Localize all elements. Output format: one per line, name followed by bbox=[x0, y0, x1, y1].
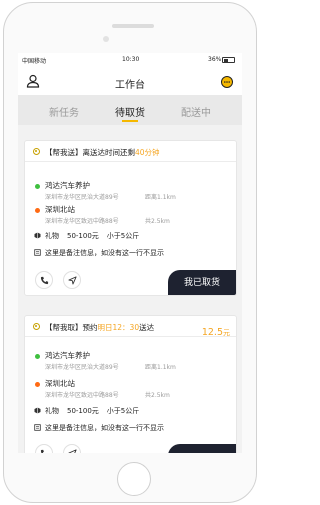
goods-weight: 小于5公斤 bbox=[106, 232, 140, 240]
clock-icon bbox=[33, 148, 40, 155]
goods-type: 礼物 bbox=[45, 407, 59, 415]
delivery-name: 深圳北站 bbox=[45, 379, 75, 388]
tab-in-delivery[interactable]: 配送中 bbox=[166, 104, 226, 119]
navigate-button[interactable] bbox=[63, 271, 81, 289]
pickup-dot-icon bbox=[35, 184, 40, 189]
active-tab-indicator bbox=[122, 120, 138, 122]
note-icon bbox=[34, 249, 41, 256]
order-tag: 【帮我送】 bbox=[45, 148, 83, 157]
speaker-grille bbox=[112, 24, 154, 28]
goods-value: 50-100元 bbox=[67, 232, 99, 240]
delivery-address: 深圳市龙华区致远中路88号 bbox=[45, 392, 119, 399]
goods-value: 50-100元 bbox=[67, 407, 99, 415]
package-icon bbox=[34, 232, 41, 239]
tab-awaiting-pickup[interactable]: 待取货 bbox=[100, 104, 160, 119]
pickup-name: 鸿达汽车养护 bbox=[45, 181, 90, 190]
delivery-name: 深圳北站 bbox=[45, 205, 75, 214]
navigation-arrow-icon bbox=[68, 449, 77, 453]
pickup-dot-icon bbox=[35, 354, 40, 359]
navigate-button[interactable] bbox=[63, 444, 81, 453]
call-button[interactable] bbox=[35, 444, 53, 453]
page-title: 工作台 bbox=[115, 80, 145, 91]
pickup-distance: 距离1.1km bbox=[145, 364, 176, 371]
battery-percent: 36% bbox=[208, 56, 222, 63]
package-icon bbox=[34, 407, 41, 414]
call-button[interactable] bbox=[35, 271, 53, 289]
scheduled-time: 明日12：30 bbox=[97, 323, 140, 332]
note-icon bbox=[34, 424, 41, 431]
order-status-text: 【帮我取】预约明日12：30送达 bbox=[45, 322, 154, 333]
pickup-distance: 距离1.1km bbox=[145, 194, 176, 201]
tab-new-task[interactable]: 新任务 bbox=[34, 104, 94, 119]
order-card[interactable]: 【帮我送】离送达时间还剩40分钟 鸿达汽车养护 深圳市龙华区民治大道89号 距离… bbox=[24, 140, 237, 296]
app-screen: 中国移动 10:30 36% 工作台 新任务 待取货 配送中 【帮我送】离送达时… bbox=[18, 53, 242, 453]
time-remaining: 40分钟 bbox=[135, 148, 160, 157]
order-status-text: 【帮我送】离送达时间还剩40分钟 bbox=[45, 147, 160, 158]
home-button[interactable] bbox=[117, 462, 151, 496]
carrier-label: 中国移动 bbox=[22, 58, 47, 65]
order-remark: 这里是备注信息，如没有这一行不显示 bbox=[45, 249, 164, 257]
price-amount: 12.5 bbox=[201, 327, 223, 338]
goods-info: 礼物 50-100元 小于5公斤 bbox=[45, 231, 139, 241]
message-icon[interactable] bbox=[220, 75, 234, 89]
pickup-address: 深圳市龙华区民治大道89号 bbox=[45, 194, 119, 201]
order-card[interactable]: 【帮我取】预约明日12：30送达 12.5元 鸿达汽车养护 深圳市龙华区民治大道… bbox=[24, 315, 237, 453]
status-bar: 中国移动 10:30 36% bbox=[18, 53, 242, 67]
pickup-name: 鸿达汽车养护 bbox=[45, 351, 90, 360]
confirm-pickup-button[interactable]: 我已取货 bbox=[168, 270, 236, 295]
phone-icon bbox=[40, 449, 44, 453]
goods-info: 礼物 50-100元 小于5公斤 bbox=[45, 406, 139, 416]
order-tag: 【帮我取】 bbox=[45, 323, 83, 332]
nav-bar: 工作台 bbox=[18, 67, 242, 95]
confirm-pickup-button[interactable] bbox=[168, 444, 236, 453]
clock-icon bbox=[33, 323, 40, 330]
order-header: 【帮我送】离送达时间还剩40分钟 bbox=[25, 141, 236, 162]
order-header: 【帮我取】预约明日12：30送达 12.5元 bbox=[25, 316, 236, 339]
front-camera bbox=[103, 36, 109, 42]
pickup-address: 深圳市龙华区民治大道89号 bbox=[45, 364, 119, 371]
goods-type: 礼物 bbox=[45, 232, 59, 240]
battery-icon bbox=[222, 57, 235, 63]
time-prefix: 预约 bbox=[82, 323, 98, 332]
phone-icon bbox=[40, 276, 49, 285]
navigation-arrow-icon bbox=[68, 276, 77, 285]
goods-weight: 小于5公斤 bbox=[106, 407, 140, 415]
clock-label: 10:30 bbox=[122, 56, 140, 63]
delivery-address: 深圳市龙华区致远中路88号 bbox=[45, 218, 119, 225]
delivery-dot-icon bbox=[35, 382, 40, 387]
delivery-distance: 共2.5km bbox=[145, 218, 170, 225]
delivery-distance: 共2.5km bbox=[145, 392, 170, 399]
order-remark: 这里是备注信息，如没有这一行不显示 bbox=[45, 424, 164, 432]
order-price: 12.5元 bbox=[202, 320, 230, 339]
delivery-dot-icon bbox=[35, 208, 40, 213]
time-prefix: 离送达时间还剩 bbox=[82, 148, 136, 157]
time-suffix: 送达 bbox=[139, 323, 155, 332]
order-tabs: 新任务 待取货 配送中 bbox=[18, 95, 242, 125]
price-unit: 元 bbox=[223, 329, 230, 337]
